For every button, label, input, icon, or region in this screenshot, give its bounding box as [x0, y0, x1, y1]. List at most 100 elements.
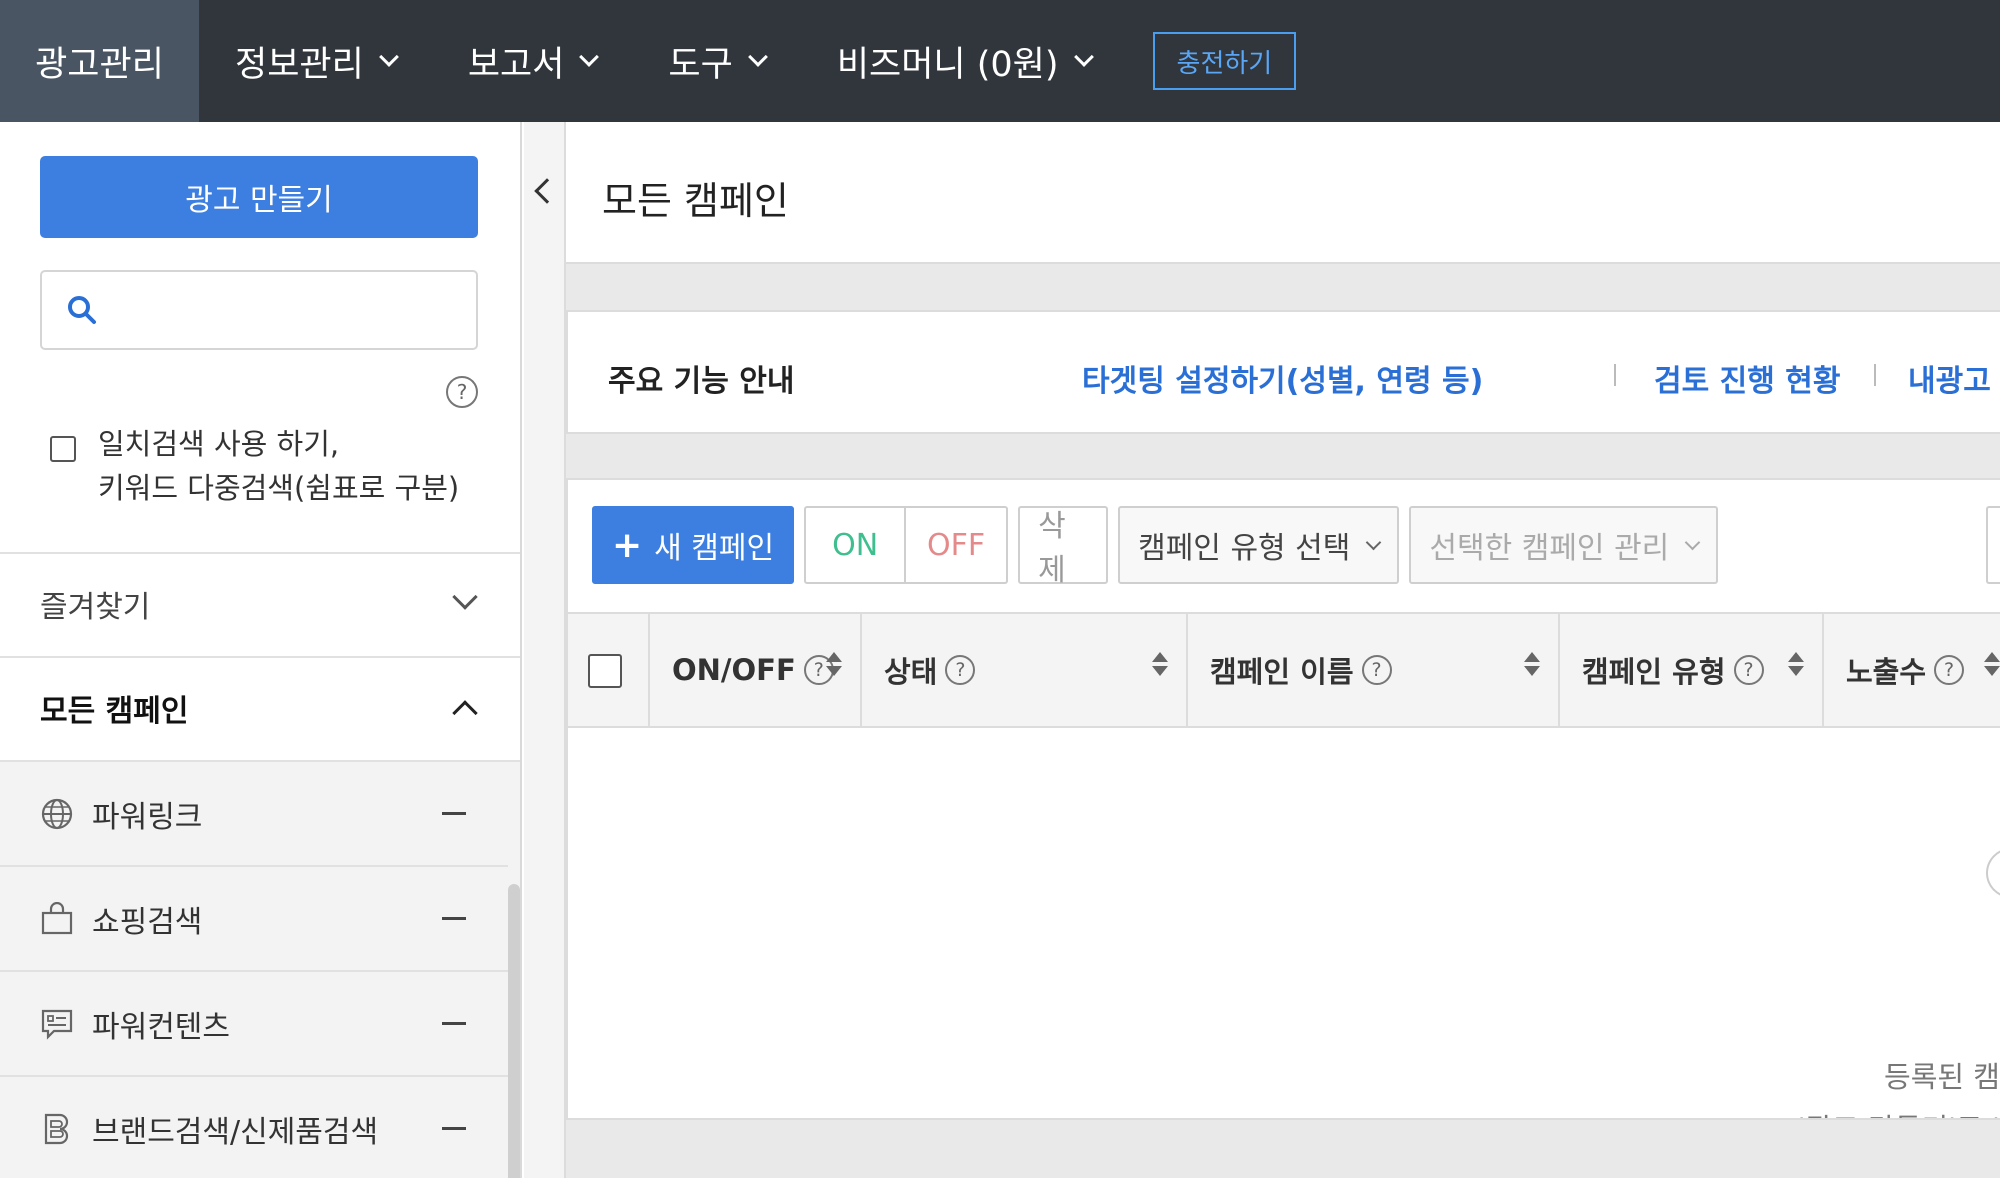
campaign-type-shopping[interactable]: 쇼핑검색: [0, 867, 508, 972]
new-campaign-label: 새 캠페인: [654, 531, 775, 566]
sidebar: 광고 만들기 ? 일치검색 사용 하기, 키워드 다중검색(쉼표로 구분) 즐겨…: [0, 122, 522, 1178]
sort-icon[interactable]: [1524, 652, 1540, 676]
help-icon[interactable]: ?: [1733, 655, 1764, 685]
collapse-icon[interactable]: [442, 1022, 466, 1025]
favorites-label: 즐겨찾기: [40, 590, 151, 625]
collapse-icon[interactable]: [442, 1127, 466, 1130]
campaign-toolbar: + 새 캠페인 ON OFF 삭제 캠페인 유형 선택 선택한 캠페인 관리: [592, 506, 1719, 588]
sidebar-collapse-strip[interactable]: [524, 122, 566, 1178]
sort-icon[interactable]: [1984, 652, 2000, 676]
sort-icon[interactable]: [1788, 652, 1804, 676]
manage-selected-select[interactable]: 선택한 캠페인 관리: [1409, 506, 1719, 584]
on-button[interactable]: ON: [804, 506, 907, 584]
page-title: 모든 캠페인: [602, 179, 789, 223]
column-label: 캠페인 유형: [1582, 655, 1726, 689]
help-icon[interactable]: ?: [1934, 655, 1965, 685]
campaign-panel: + 새 캠페인 ON OFF 삭제 캠페인 유형 선택 선택한 캠페인 관리 ON…: [566, 478, 2000, 1120]
chevron-down-icon: [1073, 47, 1094, 67]
feature-guide-panel: 주요 기능 안내 타겟팅 설정하기(성별, 연령 등) 검토 진행 현황 내광고…: [566, 310, 2000, 434]
divider: [1614, 364, 1616, 386]
empty-state-line2: '광고 만들기'로 ': [1798, 1106, 2000, 1118]
campaign-type-label: 파워컨텐츠: [92, 1009, 230, 1045]
select-all-column: [568, 614, 650, 726]
nav-label: 광고관리: [35, 44, 164, 85]
column-label: 노출수: [1846, 655, 1927, 689]
column-label: 캠페인 이름: [1210, 655, 1354, 689]
chevron-left-icon[interactable]: [534, 178, 560, 204]
chevron-down-icon: [1684, 534, 1701, 550]
new-campaign-button[interactable]: + 새 캠페인: [592, 506, 795, 584]
chevron-up-icon: [452, 700, 478, 726]
plus-icon: +: [612, 524, 643, 566]
charge-button[interactable]: 충전하기: [1152, 32, 1297, 90]
column-impressions[interactable]: 노출수?: [1824, 614, 2000, 726]
nav-item-info-management[interactable]: 정보관리: [199, 0, 432, 122]
column-campaign-name[interactable]: 캠페인 이름?: [1188, 614, 1560, 726]
my-ad-exposure-link[interactable]: 내광고 노출: [1908, 356, 2000, 400]
column-label: ON/OFF: [672, 653, 796, 687]
nav-label: 정보관리: [235, 44, 364, 85]
divider: [1874, 364, 1876, 386]
exact-search-checkbox[interactable]: [50, 436, 76, 462]
toolbar-extra-control[interactable]: [1986, 506, 2000, 584]
chevron-down-icon: [378, 47, 399, 67]
chevron-down-icon: [1366, 534, 1382, 550]
select-all-checkbox[interactable]: [588, 654, 622, 688]
nav-item-bizmoney[interactable]: 비즈머니 (0원): [801, 0, 1127, 122]
exact-search-line2: 키워드 다중검색(쉼표로 구분): [98, 471, 460, 505]
nav-label: 비즈머니 (0원): [836, 44, 1059, 85]
chevron-down-icon: [747, 47, 768, 67]
all-campaigns-section[interactable]: 모든 캠페인: [0, 656, 520, 758]
manage-selected-label: 선택한 캠페인 관리: [1429, 531, 1670, 566]
table-header: ON/OFF? 상태? 캠페인 이름? 캠페인 유형? 노출수?: [568, 612, 2000, 728]
search-box[interactable]: [40, 270, 478, 350]
empty-state-icon: [1986, 848, 2000, 898]
chevron-down-icon: [579, 47, 600, 67]
exact-search-label: 일치검색 사용 하기, 키워드 다중검색(쉼표로 구분): [98, 422, 459, 510]
globe-icon: [40, 797, 74, 831]
main-content: 모든 캠페인 주요 기능 안내 타겟팅 설정하기(성별, 연령 등) 검토 진행…: [524, 122, 2000, 1178]
page-header: 모든 캠페인: [524, 122, 2000, 264]
review-status-link[interactable]: 검토 진행 현황: [1654, 356, 1841, 400]
nav-label: 도구: [668, 44, 733, 85]
favorites-section[interactable]: 즐겨찾기: [0, 552, 520, 654]
column-label: 상태: [884, 655, 938, 689]
campaign-type-label: 쇼핑검색: [92, 904, 203, 940]
all-campaigns-label: 모든 캠페인: [40, 694, 189, 729]
campaign-type-powerlink[interactable]: 파워링크: [0, 762, 508, 867]
brand-b-icon: [40, 1112, 74, 1146]
campaign-type-select[interactable]: 캠페인 유형 선택: [1118, 506, 1400, 584]
exact-search-line1: 일치검색 사용 하기,: [98, 427, 340, 461]
collapse-icon[interactable]: [442, 917, 466, 920]
collapse-icon[interactable]: [442, 812, 466, 815]
help-icon[interactable]: ?: [1361, 655, 1392, 685]
nav-item-tools[interactable]: 도구: [632, 0, 800, 122]
chevron-down-icon: [452, 584, 478, 610]
column-onoff[interactable]: ON/OFF?: [650, 614, 862, 726]
campaign-type-brand[interactable]: 브랜드검색/신제품검색: [0, 1077, 508, 1178]
campaign-type-label: 브랜드검색/신제품검색: [92, 1114, 379, 1150]
top-nav: 광고관리 정보관리 보고서 도구 비즈머니 (0원) 충전하기: [0, 0, 2000, 122]
chat-card-icon: [40, 1007, 74, 1041]
search-input[interactable]: [114, 294, 476, 326]
campaign-type-powercontents[interactable]: 파워컨텐츠: [0, 972, 508, 1077]
campaign-type-select-label: 캠페인 유형 선택: [1138, 531, 1351, 566]
targeting-link[interactable]: 타겟팅 설정하기(성별, 연령 등): [1082, 356, 1483, 400]
column-status[interactable]: 상태?: [862, 614, 1188, 726]
help-icon[interactable]: ?: [945, 655, 976, 685]
feature-guide-title: 주요 기능 안내: [608, 364, 795, 399]
off-button[interactable]: OFF: [906, 506, 1009, 584]
help-icon[interactable]: ?: [446, 376, 478, 408]
delete-button[interactable]: 삭제: [1018, 506, 1109, 588]
nav-label: 보고서: [467, 44, 565, 85]
sidebar-scrollbar[interactable]: [508, 884, 520, 1178]
nav-item-reports[interactable]: 보고서: [432, 0, 633, 122]
empty-state-line1: 등록된 캠: [1884, 1060, 2000, 1094]
shopping-bag-icon: [40, 901, 74, 936]
create-ad-button[interactable]: 광고 만들기: [40, 156, 478, 238]
column-campaign-type[interactable]: 캠페인 유형?: [1560, 614, 1824, 726]
nav-item-ad-management[interactable]: 광고관리: [0, 0, 199, 122]
exact-search-option: 일치검색 사용 하기, 키워드 다중검색(쉼표로 구분): [50, 422, 459, 510]
sort-icon[interactable]: [1152, 652, 1168, 676]
sort-icon[interactable]: [826, 652, 842, 676]
